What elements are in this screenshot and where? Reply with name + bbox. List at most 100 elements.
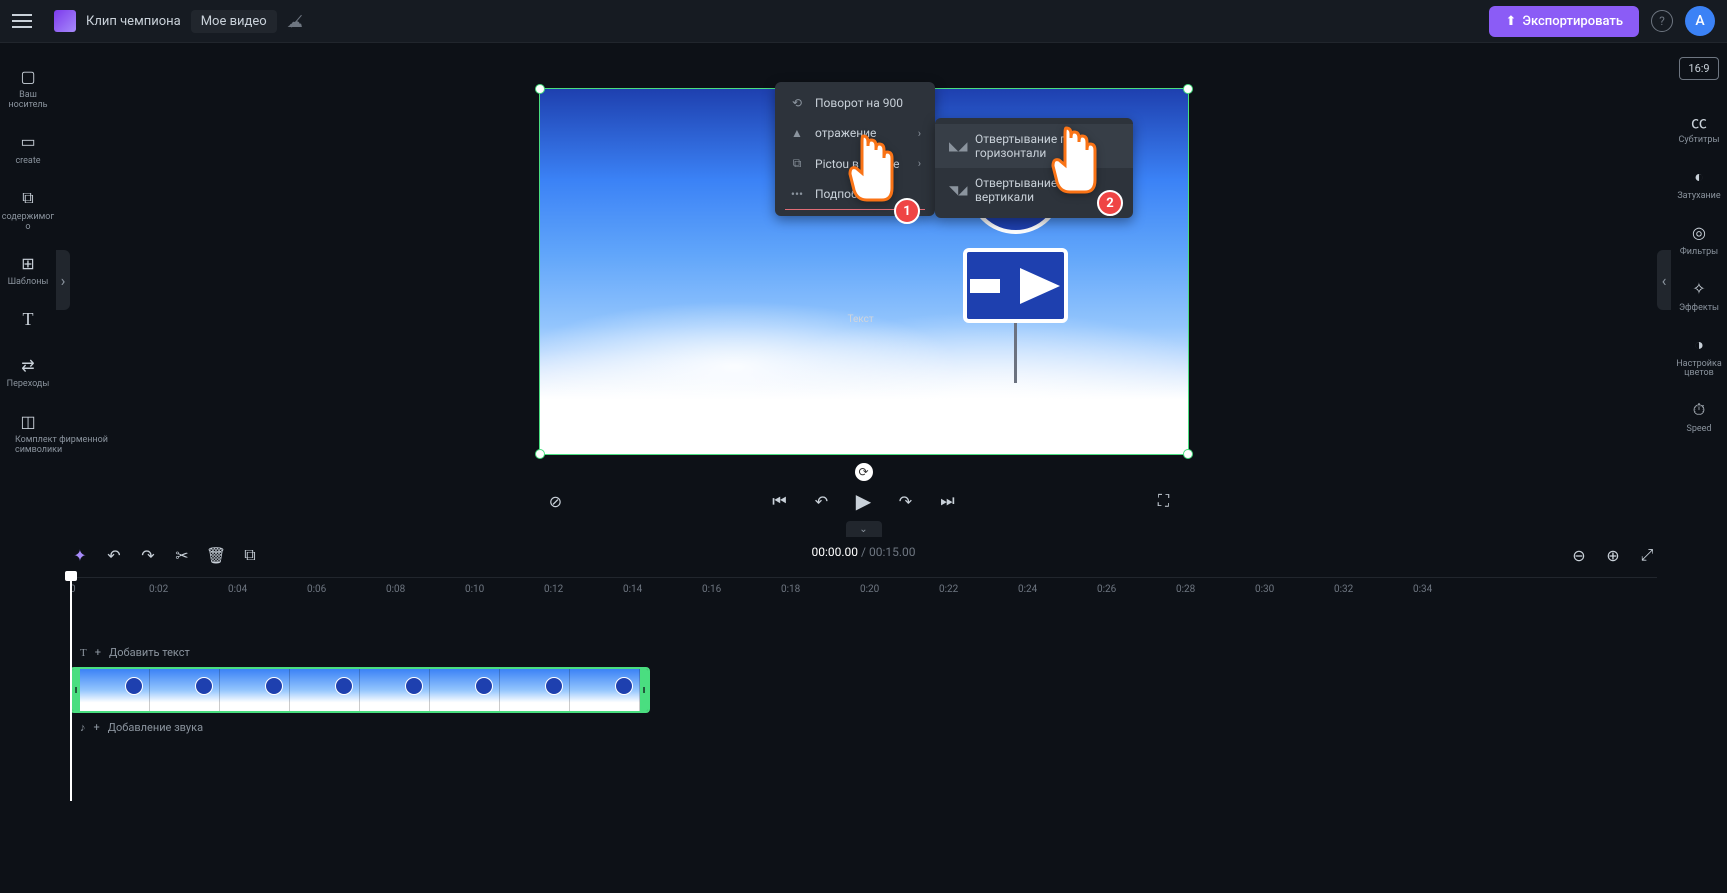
upload-icon: ⬆ xyxy=(1505,14,1516,29)
right-item-effects[interactable]: ✧ Эффекты xyxy=(1675,268,1723,324)
color-icon: ◑ xyxy=(1688,334,1710,356)
right-item-color[interactable]: ◑ Настройка цветов xyxy=(1671,324,1727,390)
resize-handle-tl[interactable] xyxy=(535,84,545,94)
clip-thumbnail xyxy=(150,669,220,711)
sidebar-item-label: Переходы xyxy=(7,380,50,390)
resize-handle-tr[interactable] xyxy=(1183,84,1193,94)
rotate-icon: ⟲ xyxy=(789,96,805,110)
clip-handle-right[interactable]: ‖ xyxy=(640,669,648,711)
dd-rotate[interactable]: ⟲ Поворот на 900 xyxy=(775,88,935,118)
sidebar-item-transitions[interactable]: ⇄ Переходы xyxy=(3,344,54,400)
sidebar-item-label: Ваш носитель xyxy=(4,91,52,111)
delete-icon[interactable]: 🗑 xyxy=(206,545,226,565)
avatar[interactable]: A xyxy=(1685,6,1715,36)
right-item-subtitles[interactable]: ㏄ Субтитры xyxy=(1675,100,1724,156)
right-item-filters[interactable]: ◎ Фильтры xyxy=(1676,212,1722,268)
sidebar-item-templates[interactable]: ⊞ Шаблоны xyxy=(4,242,53,298)
video-track: ‖ ‖ xyxy=(70,667,1657,713)
rotate-handle[interactable]: ⟳ xyxy=(855,463,873,481)
total-time: 00:15.00 xyxy=(869,545,916,559)
collapse-right-panel[interactable]: ‹ xyxy=(1657,250,1671,310)
undo-icon[interactable]: ↶ xyxy=(104,545,124,565)
subtitles-icon: ㏄ xyxy=(1688,110,1710,132)
clip-thumbnail xyxy=(500,669,570,711)
tick: 0:24 xyxy=(1018,584,1097,595)
tick: 0:06 xyxy=(307,584,386,595)
tick: 0:12 xyxy=(544,584,623,595)
collapse-left-panel[interactable]: › xyxy=(56,250,70,310)
cloud-sync-icon: ☁̸ xyxy=(287,12,303,31)
forward-icon[interactable]: ↷ xyxy=(895,490,917,512)
flip-h-icon: ◣◢ xyxy=(949,139,965,153)
video-name[interactable]: Мое видео xyxy=(191,10,277,33)
ai-spark-icon[interactable]: ✦ xyxy=(70,545,90,565)
resize-handle-br[interactable] xyxy=(1183,449,1193,459)
timeline-expand-handle[interactable]: ⌄ xyxy=(846,521,882,537)
folder-icon: ▢ xyxy=(17,65,39,87)
tick: 0:22 xyxy=(939,584,1018,595)
skip-start-icon[interactable]: ⏮ xyxy=(769,490,791,512)
sidebar-item-brand[interactable]: ◫ Комплект фирменной символики xyxy=(13,400,43,446)
export-button[interactable]: ⬆ Экспортировать xyxy=(1489,6,1639,37)
sidebar-item-create[interactable]: ▭ create xyxy=(11,121,44,177)
play-button[interactable]: ▶ xyxy=(853,490,875,512)
clip-thumbnail xyxy=(360,669,430,711)
aspect-ratio-button[interactable]: 16:9 xyxy=(1679,57,1718,80)
audio-track[interactable]: ♪ + Добавление звука xyxy=(70,721,1657,734)
playhead[interactable] xyxy=(70,574,72,801)
hand-badge-1: 1 xyxy=(894,198,920,224)
plus-icon: + xyxy=(94,721,100,734)
flip-v-icon: ◥◢ xyxy=(949,183,965,197)
split-icon[interactable]: ✂ xyxy=(172,545,192,565)
dots-icon: ••• xyxy=(789,187,805,201)
timeline-ruler[interactable]: 0 0:02 0:04 0:06 0:08 0:10 0:12 0:14 0:1… xyxy=(70,577,1657,601)
right-item-speed[interactable]: ⏱ Speed xyxy=(1682,389,1715,445)
top-bar: Клип чемпиона Мое видео ☁̸ ⬆ Экспортиров… xyxy=(0,0,1727,43)
text-track[interactable]: T + Добавить текст xyxy=(70,646,1657,659)
help-icon[interactable]: ? xyxy=(1651,10,1673,32)
sidebar-item-media[interactable]: ▢ Ваш носитель xyxy=(0,55,56,121)
sidebar-item-content[interactable]: ⧉ содержимого xyxy=(0,177,59,243)
audio-icon: ♪ xyxy=(80,721,86,734)
tick: 0:14 xyxy=(623,584,702,595)
text-track-label: Добавить текст xyxy=(109,646,190,659)
right-sidebar: 16:9 ㏄ Субтитры ◐ Затухание ◎ Фильтры ✧ … xyxy=(1671,43,1727,533)
tick: 0:02 xyxy=(149,584,228,595)
tick: 0:26 xyxy=(1097,584,1176,595)
sidebar-item-label: Шаблоны xyxy=(8,278,49,288)
fullscreen-icon[interactable]: ⛶ xyxy=(1153,490,1175,512)
clip-thumbnail xyxy=(570,669,640,711)
hand-cursor-2: 2 xyxy=(1035,120,1115,214)
zoom-fit-icon[interactable]: ⤢ xyxy=(1637,545,1657,565)
sidebar-item-label: содержимого xyxy=(1,213,55,233)
transitions-icon: ⇄ xyxy=(17,354,39,376)
tick: 0:20 xyxy=(860,584,939,595)
tick: 0:10 xyxy=(465,584,544,595)
right-item-fade[interactable]: ◐ Затухание xyxy=(1673,156,1724,212)
current-time: 00:00.00 xyxy=(811,545,858,559)
menu-icon[interactable] xyxy=(12,9,36,33)
redo-icon[interactable]: ↷ xyxy=(138,545,158,565)
brand-icon: ◫ xyxy=(17,410,39,432)
duplicate-icon[interactable]: ⧉ xyxy=(240,545,260,565)
right-item-label: Speed xyxy=(1686,425,1711,435)
filters-icon: ◎ xyxy=(1688,222,1710,244)
rewind-icon[interactable]: ↶ xyxy=(811,490,833,512)
hide-icon[interactable]: ⊘ xyxy=(545,490,567,512)
zoom-in-icon[interactable]: ⊕ xyxy=(1603,545,1623,565)
skip-end-icon[interactable]: ⏭ xyxy=(937,490,959,512)
plus-icon: + xyxy=(95,646,101,659)
pip-icon: ⧉ xyxy=(789,156,805,171)
clip-thumbnail xyxy=(290,669,360,711)
resize-handle-bl[interactable] xyxy=(535,449,545,459)
right-item-label: Настройка цветов xyxy=(1675,360,1723,380)
clip-handle-left[interactable]: ‖ xyxy=(72,669,80,711)
effects-icon: ✧ xyxy=(1688,278,1710,300)
flip-icon: ▲ xyxy=(789,126,805,140)
video-clip[interactable]: ‖ ‖ xyxy=(70,667,650,713)
sidebar-item-text[interactable]: T xyxy=(13,298,43,344)
tick: 0:18 xyxy=(781,584,860,595)
timeline-tracks: T + Добавить текст ‖ ‖ ♪ + Добавление зв… xyxy=(70,646,1657,734)
zoom-out-icon[interactable]: ⊖ xyxy=(1569,545,1589,565)
tick: 0:30 xyxy=(1255,584,1334,595)
